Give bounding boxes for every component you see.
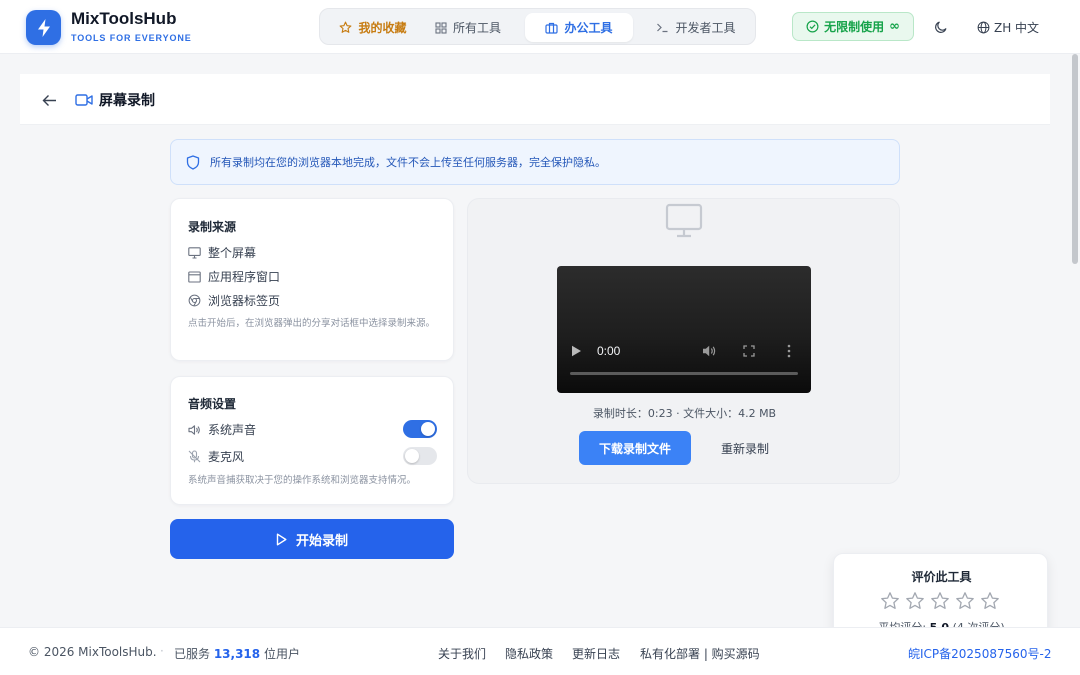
microphone-label: 麦克风 [208, 450, 245, 464]
toggle-knob [405, 449, 419, 463]
top-navbar: MixToolsHub TOOLS FOR EVERYONE 我的收藏 所有工具… [0, 0, 1080, 54]
recording-source-card: 录制来源 整个屏幕 应用程序窗口 浏览器标签页 点击开始后，在浏览器弹出的分享对… [170, 198, 454, 361]
window-icon [188, 270, 201, 283]
fullscreen-icon[interactable] [743, 345, 755, 357]
tab-favorites[interactable]: 我的收藏 [326, 13, 420, 42]
users-count: 13,318 [213, 647, 261, 661]
video-player[interactable]: 0:00 [557, 266, 811, 393]
play-icon[interactable] [571, 345, 582, 357]
recording-source-title: 录制来源 [188, 220, 237, 234]
system-audio-toggle[interactable] [403, 420, 437, 438]
video-time: 0:00 [597, 344, 621, 358]
video-progress-bar[interactable] [570, 372, 798, 375]
system-audio-row: 系统声音 [188, 421, 256, 438]
footer-separator: · [160, 644, 164, 658]
tab-developer-tools[interactable]: 开发者工具 [642, 13, 750, 42]
source-option-label: 整个屏幕 [208, 246, 257, 260]
tab-office-tools[interactable]: 办公工具 [525, 13, 633, 42]
audio-settings-title: 音频设置 [188, 397, 237, 411]
video-camera-icon [75, 94, 93, 106]
audio-settings-hint: 系统声音捕获取决于您的操作系统和浏览器支持情况。 [188, 475, 417, 486]
scrollbar-thumb[interactable] [1072, 54, 1078, 264]
more-vertical-icon[interactable] [786, 344, 792, 358]
star-icon [340, 21, 352, 33]
star-icon[interactable] [955, 591, 975, 611]
rerecord-button[interactable]: 重新录制 [709, 431, 781, 465]
footer-link-about[interactable]: 关于我们 [438, 645, 486, 662]
tab-favorites-label: 我的收藏 [358, 21, 407, 35]
footer-icp-link[interactable]: 皖ICP备2025087560号-2 [908, 645, 1051, 662]
main-nav: 我的收藏 所有工具 办公工具 开发者工具 [319, 8, 756, 45]
tab-all-tools[interactable]: 所有工具 [426, 13, 510, 42]
page-header: 屏幕录制 [20, 74, 1050, 125]
source-option-browser-tab[interactable]: 浏览器标签页 [188, 292, 280, 309]
infinity-symbol: ∞ [889, 19, 900, 34]
footer: © 2026 MixToolsHub. · 已服务 13,318 位用户 关于我… [0, 627, 1080, 675]
footer-link-privacy[interactable]: 隐私政策 [505, 645, 553, 662]
footer-copyright: © 2026 MixToolsHub. [28, 645, 157, 659]
star-icon[interactable] [930, 591, 950, 611]
microphone-row: 麦克风 [188, 448, 244, 465]
footer-users-served: 已服务 13,318 位用户 [174, 645, 300, 662]
users-suffix: 位用户 [260, 647, 300, 661]
globe-icon [977, 21, 990, 33]
brand-name[interactable]: MixToolsHub [71, 9, 176, 29]
source-option-label: 应用程序窗口 [208, 270, 281, 284]
download-recording-button[interactable]: 下载录制文件 [579, 431, 691, 465]
privacy-notice-text: 所有录制均在您的浏览器本地完成，文件不会上传至任何服务器，完全保护隐私。 [210, 156, 606, 169]
monitor-icon [188, 246, 201, 259]
theme-toggle-button[interactable] [931, 17, 951, 37]
chrome-icon [188, 294, 201, 307]
star-icon[interactable] [980, 591, 1000, 611]
source-option-label: 浏览器标签页 [208, 294, 281, 308]
language-label: ZH 中文 [994, 20, 1040, 35]
audio-settings-card: 音频设置 系统声音 麦克风 系统声音捕获取决于您的操作系统和浏览器支持情况。 [170, 376, 454, 505]
terminal-icon [657, 23, 668, 33]
footer-link-private-deploy[interactable]: 私有化部署 | 购买源码 [640, 645, 760, 662]
shield-icon [186, 154, 200, 170]
star-rating [880, 591, 1000, 611]
language-switcher[interactable]: ZH 中文 [977, 17, 1039, 37]
unlimited-badge[interactable]: 无限制使用 ∞ [792, 12, 914, 41]
start-recording-label: 开始录制 [295, 533, 348, 549]
tab-office-tools-label: 办公工具 [564, 21, 613, 35]
recording-preview-panel: 0:00 录制时长：0:23 · 文件大小：4.2 MB 下载录制文件 重新录制 [467, 198, 900, 484]
back-button[interactable] [40, 91, 58, 109]
check-circle-icon [806, 20, 819, 33]
tab-developer-tools-label: 开发者工具 [675, 21, 736, 35]
star-icon[interactable] [880, 591, 900, 611]
moon-icon [935, 21, 947, 33]
logo-lightning-icon[interactable] [26, 10, 61, 45]
recording-stats: 录制时长：0:23 · 文件大小：4.2 MB [592, 407, 777, 420]
briefcase-icon [545, 22, 559, 34]
users-prefix: 已服务 [174, 647, 214, 661]
grid-icon [435, 21, 447, 34]
monitor-icon [665, 203, 703, 238]
source-option-app-window[interactable]: 应用程序窗口 [188, 268, 280, 285]
arrow-left-icon [42, 94, 56, 106]
system-audio-label: 系统声音 [208, 423, 257, 437]
brand-tagline: TOOLS FOR EVERYONE [71, 33, 192, 43]
recording-source-hint: 点击开始后，在浏览器弹出的分享对话框中选择录制来源。 [188, 318, 436, 329]
star-icon[interactable] [905, 591, 925, 611]
page-scrollbar[interactable] [1070, 54, 1080, 627]
speaker-icon [188, 424, 200, 435]
play-icon [276, 533, 287, 545]
source-option-entire-screen[interactable]: 整个屏幕 [188, 244, 256, 261]
rating-title: 评价此工具 [911, 570, 972, 584]
volume-icon[interactable] [702, 344, 717, 358]
tab-all-tools-label: 所有工具 [452, 21, 501, 35]
toggle-knob [421, 422, 435, 436]
microphone-toggle[interactable] [403, 447, 437, 465]
start-recording-button[interactable]: 开始录制 [170, 519, 454, 559]
privacy-notice: 所有录制均在您的浏览器本地完成，文件不会上传至任何服务器，完全保护隐私。 [170, 139, 900, 185]
page-title: 屏幕录制 [99, 93, 155, 109]
footer-link-changelog[interactable]: 更新日志 [572, 645, 620, 662]
unlimited-label: 无限制使用 [824, 20, 885, 34]
mic-off-icon [188, 450, 201, 463]
